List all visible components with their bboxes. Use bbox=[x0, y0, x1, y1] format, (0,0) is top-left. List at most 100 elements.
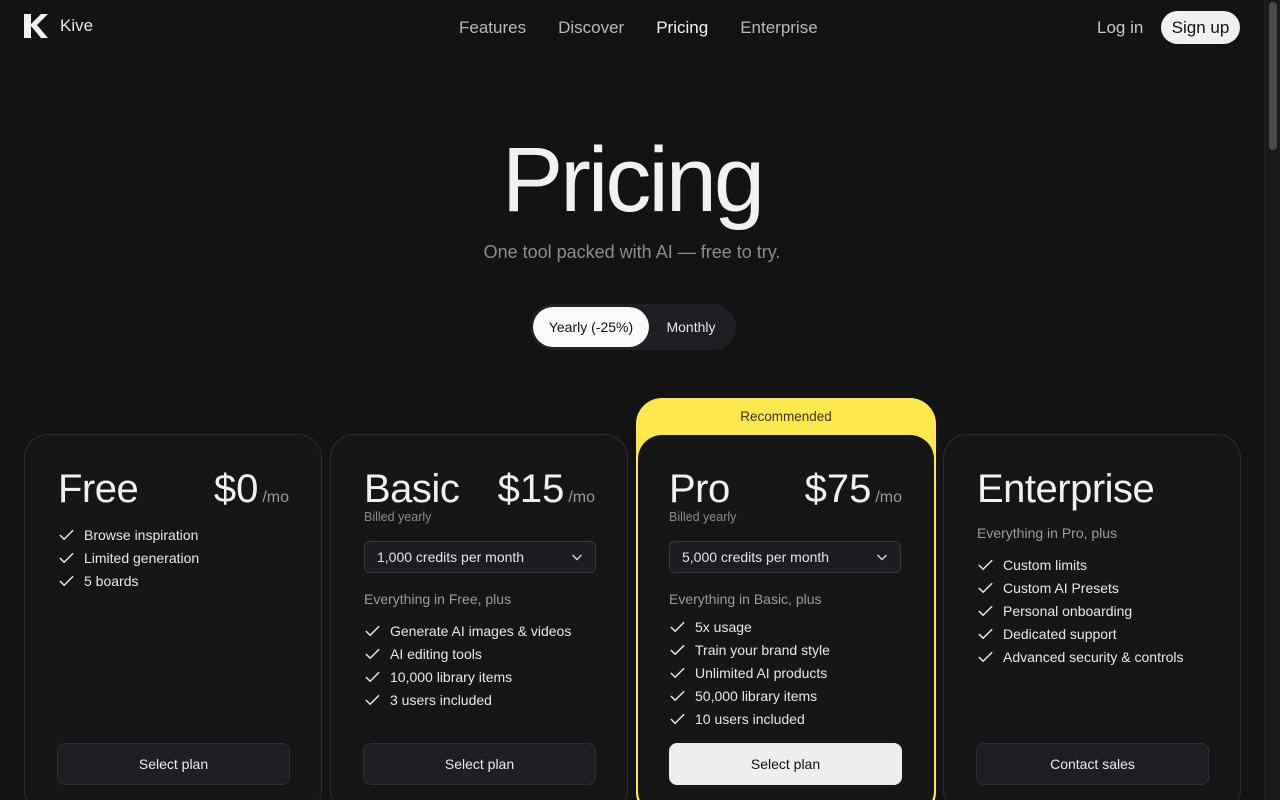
feature-text: Limited generation bbox=[84, 549, 200, 566]
check-icon bbox=[670, 690, 685, 702]
feature-text: AI editing tools bbox=[390, 645, 482, 662]
nav-enterprise[interactable]: Enterprise bbox=[740, 18, 817, 38]
plan-name: Free bbox=[58, 467, 139, 511]
feature-text: Custom AI Presets bbox=[1003, 579, 1119, 596]
feature-text: Generate AI images & videos bbox=[390, 622, 572, 639]
feature-item: Dedicated support bbox=[977, 622, 1184, 645]
signup-button[interactable]: Sign up bbox=[1161, 11, 1240, 44]
check-icon bbox=[978, 582, 993, 594]
price-amount: $15 bbox=[497, 467, 565, 511]
feature-text: Train your brand style bbox=[695, 641, 830, 658]
feature-item: AI editing tools bbox=[364, 642, 571, 665]
check-icon bbox=[365, 625, 380, 637]
check-icon bbox=[59, 575, 74, 587]
price-amount: $0 bbox=[213, 467, 259, 511]
chevron-down-icon bbox=[877, 554, 887, 561]
feature-item: 5x usage bbox=[669, 615, 830, 638]
plan-price: $15 /mo bbox=[498, 467, 595, 512]
feature-text: Browse inspiration bbox=[84, 526, 199, 543]
main-nav: Features Discover Pricing Enterprise bbox=[459, 18, 818, 38]
brand-name: Kive bbox=[60, 16, 94, 35]
check-icon bbox=[978, 651, 993, 663]
plan-name: Basic bbox=[364, 467, 460, 511]
check-icon bbox=[670, 713, 685, 725]
feature-text: 5x usage bbox=[695, 618, 752, 635]
billing-toggle: Yearly (-25%) Monthly bbox=[530, 304, 736, 350]
credits-select-basic[interactable]: 1,000 credits per month bbox=[364, 541, 596, 573]
feature-text: 5 boards bbox=[84, 572, 139, 589]
plan-intro: Everything in Basic, plus bbox=[669, 591, 822, 607]
billing-note: Billed yearly bbox=[669, 510, 737, 524]
nav-discover[interactable]: Discover bbox=[558, 18, 624, 38]
plan-card-free: Free $0 /mo Browse inspiration Limited g… bbox=[24, 434, 322, 800]
nav-pricing[interactable]: Pricing bbox=[656, 18, 708, 38]
feature-item: Personal onboarding bbox=[977, 599, 1184, 622]
page-title: Pricing bbox=[501, 129, 765, 231]
feature-item: Unlimited AI products bbox=[669, 661, 830, 684]
chevron-down-icon bbox=[572, 554, 582, 561]
feature-item: Generate AI images & videos bbox=[364, 619, 571, 642]
plan-price: $75 /mo bbox=[805, 467, 902, 512]
credits-select-pro[interactable]: 5,000 credits per month bbox=[669, 541, 901, 573]
feature-text: Unlimited AI products bbox=[695, 664, 828, 681]
plan-card-basic: Basic $15 /mo Billed yearly 1,000 credit… bbox=[330, 434, 628, 800]
select-plan-button-pro[interactable]: Select plan bbox=[669, 743, 902, 785]
brand-logo[interactable]: Kive bbox=[24, 14, 93, 38]
price-period: /mo bbox=[875, 489, 902, 506]
feature-item: Custom limits bbox=[977, 553, 1184, 576]
billing-monthly-option[interactable]: Monthly bbox=[649, 307, 733, 347]
page-scrollbar[interactable] bbox=[1264, 0, 1280, 800]
price-period: /mo bbox=[568, 489, 595, 506]
feature-list: Generate AI images & videos AI editing t… bbox=[364, 619, 571, 711]
billing-note: Billed yearly bbox=[364, 510, 432, 524]
check-icon bbox=[670, 621, 685, 633]
feature-item: 3 users included bbox=[364, 688, 571, 711]
feature-text: Dedicated support bbox=[1003, 625, 1117, 642]
feature-text: 50,000 library items bbox=[695, 687, 818, 704]
feature-item: Train your brand style bbox=[669, 638, 830, 661]
credits-value: 5,000 credits per month bbox=[682, 549, 830, 565]
plan-price: $0 /mo bbox=[214, 467, 289, 512]
feature-text: Advanced security & controls bbox=[1003, 648, 1184, 665]
feature-item: Advanced security & controls bbox=[977, 645, 1184, 668]
plan-name: Enterprise bbox=[977, 467, 1155, 511]
feature-item: 5 boards bbox=[58, 569, 199, 592]
credits-value: 1,000 credits per month bbox=[377, 549, 525, 565]
feature-item: 10,000 library items bbox=[364, 665, 571, 688]
plan-intro: Everything in Free, plus bbox=[364, 591, 512, 607]
feature-item: Limited generation bbox=[58, 546, 199, 569]
check-icon bbox=[59, 552, 74, 564]
check-icon bbox=[365, 648, 380, 660]
page-subtitle: One tool packed with AI — free to try. bbox=[483, 242, 781, 262]
feature-item: Custom AI Presets bbox=[977, 576, 1184, 599]
login-link[interactable]: Log in bbox=[1097, 18, 1143, 38]
billing-yearly-option[interactable]: Yearly (-25%) bbox=[533, 307, 649, 347]
price-period: /mo bbox=[262, 489, 289, 506]
plan-name: Pro bbox=[669, 467, 730, 511]
kive-logo-icon bbox=[24, 14, 48, 38]
feature-text: 10 users included bbox=[695, 710, 805, 727]
select-plan-button-basic[interactable]: Select plan bbox=[363, 743, 596, 785]
feature-list: Custom limits Custom AI Presets Personal… bbox=[977, 553, 1184, 668]
feature-text: Personal onboarding bbox=[1003, 602, 1133, 619]
contact-sales-button[interactable]: Contact sales bbox=[976, 743, 1209, 785]
feature-item: Browse inspiration bbox=[58, 523, 199, 546]
check-icon bbox=[670, 644, 685, 656]
price-amount: $75 bbox=[804, 467, 872, 511]
plan-card-enterprise: Enterprise Everything in Pro, plus Custo… bbox=[943, 434, 1241, 800]
check-icon bbox=[670, 667, 685, 679]
scrollbar-thumb[interactable] bbox=[1269, 2, 1277, 150]
select-plan-button-free[interactable]: Select plan bbox=[57, 743, 290, 785]
feature-text: Custom limits bbox=[1003, 556, 1088, 573]
nav-features[interactable]: Features bbox=[459, 18, 526, 38]
recommended-label: Recommended bbox=[740, 409, 832, 424]
check-icon bbox=[365, 694, 380, 706]
check-icon bbox=[365, 671, 380, 683]
check-icon bbox=[978, 559, 993, 571]
check-icon bbox=[59, 529, 74, 541]
feature-item: 10 users included bbox=[669, 707, 830, 730]
feature-list: 5x usage Train your brand style Unlimite… bbox=[669, 615, 830, 730]
feature-text: 3 users included bbox=[390, 691, 492, 708]
plan-intro: Everything in Pro, plus bbox=[977, 525, 1118, 541]
check-icon bbox=[978, 628, 993, 640]
